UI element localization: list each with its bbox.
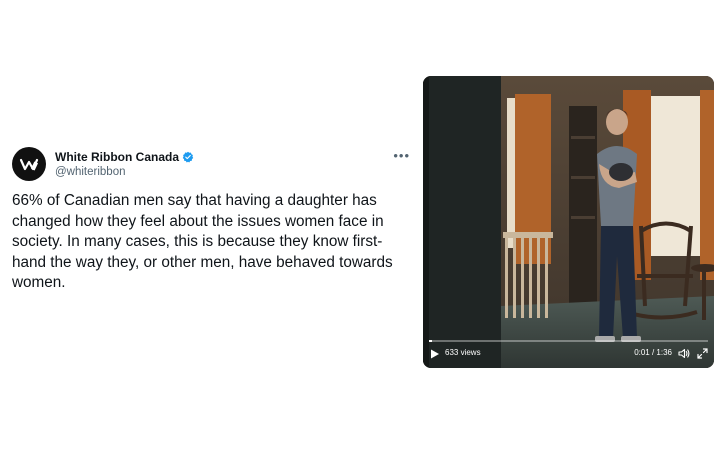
- progress-bar[interactable]: [429, 340, 708, 342]
- display-name-row: White Ribbon Canada: [55, 150, 194, 164]
- play-icon[interactable]: [430, 349, 440, 359]
- video-player[interactable]: 633 views 0:01 / 1:36: [423, 76, 714, 368]
- verified-badge-icon: [182, 151, 194, 163]
- fullscreen-icon[interactable]: [697, 348, 708, 359]
- video-frame: [423, 76, 714, 368]
- progress-fill: [429, 340, 432, 342]
- tweet-text: 66% of Canadian men say that having a da…: [12, 192, 393, 291]
- video-controls: 633 views 0:01 / 1:36: [423, 340, 714, 368]
- volume-icon[interactable]: [678, 348, 690, 359]
- display-name[interactable]: White Ribbon Canada: [55, 150, 179, 164]
- avatar[interactable]: [12, 147, 46, 181]
- author-names: White Ribbon Canada @whiteribbon: [55, 150, 194, 178]
- tweet-card: White Ribbon Canada @whiteribbon ••• 66%…: [12, 146, 414, 294]
- more-options-icon[interactable]: •••: [393, 148, 410, 163]
- view-count: 633 views: [445, 348, 481, 357]
- white-ribbon-logo-icon: [19, 158, 39, 171]
- tweet-header: White Ribbon Canada @whiteribbon •••: [12, 146, 414, 182]
- video-timer: 0:01 / 1:36: [634, 348, 672, 357]
- handle[interactable]: @whiteribbon: [55, 166, 194, 178]
